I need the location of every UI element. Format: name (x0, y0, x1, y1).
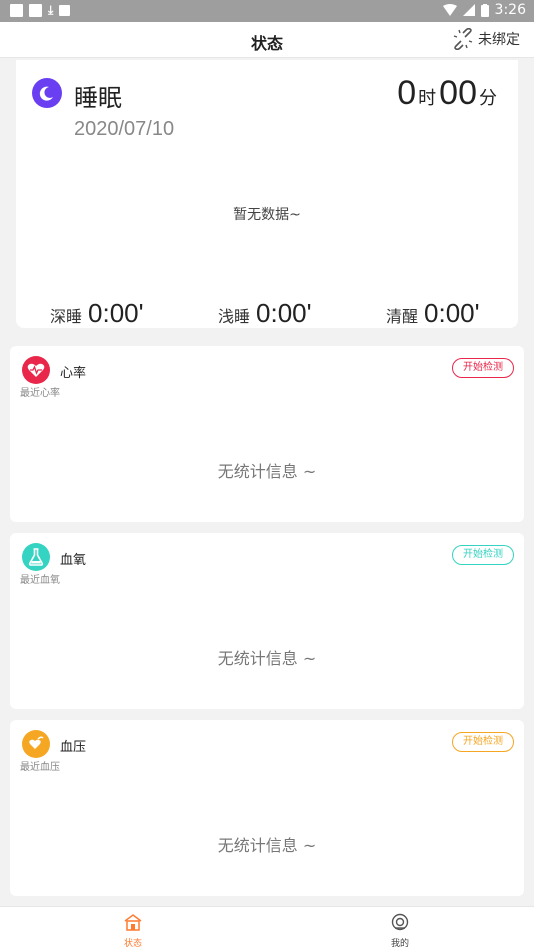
sleep-title: 睡眠 (74, 84, 122, 112)
tab-status[interactable]: 状态 (103, 913, 163, 949)
heart-rate-card[interactable]: 心率 最近心率 开始检测 无统计信息 ~ (10, 346, 524, 522)
sleep-empty-text: 暂无数据~ (233, 207, 301, 223)
tab-mine-label: 我的 (390, 939, 409, 949)
heart-rate-title: 心率 (60, 366, 87, 381)
broken-link-icon (453, 28, 473, 50)
signal-icon (462, 4, 475, 16)
wifi-icon (442, 4, 457, 16)
tab-status-label: 状态 (123, 939, 142, 949)
deep-sleep: 深睡 0:00' (50, 298, 144, 329)
sleep-card[interactable]: 睡眠 2020/07/10 0 时 00 分 暂无数据~ 深睡 0:00' 浅睡… (16, 60, 518, 328)
deep-sleep-label: 深睡 (50, 307, 83, 326)
minutes-unit: 分 (479, 88, 497, 109)
blood-oxygen-title: 血氧 (60, 553, 87, 568)
blood-pressure-empty-text: 无统计信息 ~ (217, 836, 317, 855)
flask-icon (22, 543, 50, 571)
unbind-button[interactable]: 未绑定 (452, 28, 520, 50)
awake-value: 0:00' (424, 298, 480, 328)
home-icon (124, 914, 142, 931)
hours-unit: 时 (418, 88, 437, 109)
notification-square-icon (10, 4, 23, 17)
notification-app-icon (59, 5, 71, 16)
blood-pressure-title: 血压 (60, 740, 87, 755)
tab-mine[interactable]: 我的 (370, 913, 430, 949)
sleep-date: 2020/07/10 (74, 118, 175, 140)
notification-icons: ⤓ (10, 3, 71, 17)
heart-rate-empty-text: 无统计信息 ~ (217, 462, 317, 481)
battery-icon (480, 3, 489, 17)
bottom-tab-bar: 状态 我的 (0, 906, 534, 950)
sleep-minutes: 00 (439, 74, 477, 112)
blood-oxygen-card[interactable]: 血氧 最近血氧 开始检测 无统计信息 ~ (10, 533, 524, 709)
notification-square-icon (29, 4, 42, 17)
awake-label: 清醒 (386, 307, 419, 326)
profile-icon (391, 913, 409, 931)
heart-rate-start-button[interactable]: 开始检测 (452, 358, 514, 378)
light-sleep-value: 0:00' (256, 298, 312, 328)
status-bar: ⤓ 3:26 (0, 0, 534, 22)
light-sleep: 浅睡 0:00' (218, 298, 312, 329)
awake: 清醒 0:00' (386, 298, 480, 329)
download-icon: ⤓ (48, 3, 54, 17)
blood-pressure-start-button[interactable]: 开始检测 (452, 732, 514, 752)
deep-sleep-value: 0:00' (88, 298, 144, 328)
moon-icon (32, 78, 62, 108)
blood-pressure-card[interactable]: 血压 最近血压 开始检测 无统计信息 ~ (10, 720, 524, 896)
light-sleep-label: 浅睡 (218, 307, 251, 326)
blood-oxygen-subtitle: 最近血氧 (20, 575, 60, 586)
clock: 3:26 (494, 2, 526, 18)
unbind-label: 未绑定 (478, 32, 520, 48)
heart-icon (22, 356, 50, 384)
blood-oxygen-start-button[interactable]: 开始检测 (452, 545, 514, 565)
sleep-total-duration: 0 时 00 分 (397, 74, 500, 113)
blood-pressure-icon (22, 730, 50, 758)
sleep-hours: 0 (397, 74, 417, 112)
heart-rate-subtitle: 最近心率 (20, 388, 60, 399)
title-bar: 状态 未绑定 (0, 22, 534, 58)
blood-oxygen-empty-text: 无统计信息 ~ (217, 649, 317, 668)
blood-pressure-subtitle: 最近血压 (20, 762, 60, 773)
